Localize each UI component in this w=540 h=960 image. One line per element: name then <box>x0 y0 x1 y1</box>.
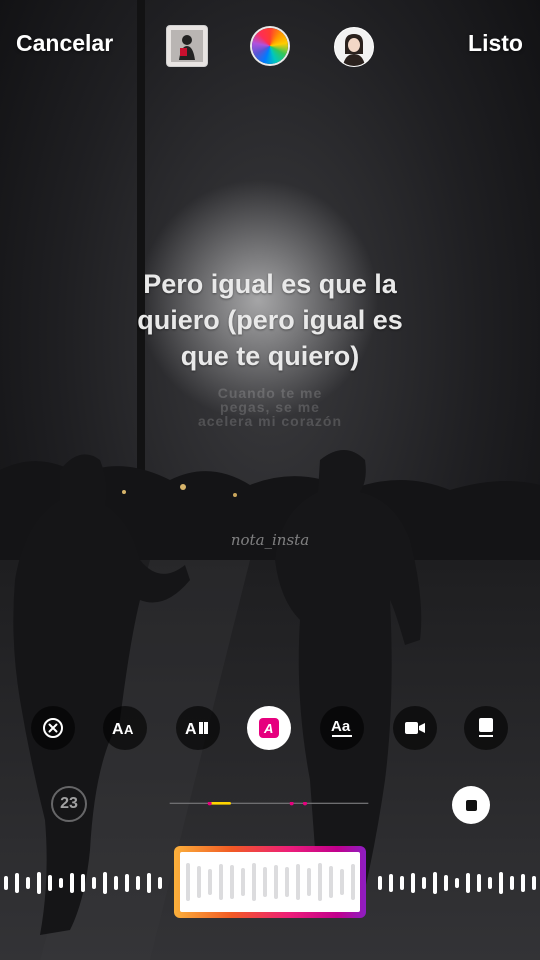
selected-waveform-bar <box>296 864 300 900</box>
user-avatar-button[interactable] <box>334 27 374 67</box>
waveform-bar <box>125 874 129 892</box>
lyric-style-bar: A A A A Aa <box>0 706 540 752</box>
svg-text:A: A <box>124 722 134 737</box>
selected-waveform-bar <box>274 865 278 899</box>
lyric-line: Pero igual es que la <box>143 269 397 299</box>
thumbnail-image-icon <box>167 26 207 66</box>
clip-selector[interactable] <box>174 846 366 918</box>
waveform-bar <box>147 873 151 893</box>
clip-selector-window <box>180 852 360 912</box>
waveform-bar <box>26 877 30 889</box>
waveform-bar <box>411 873 415 893</box>
waveform-bar <box>389 874 393 892</box>
selected-waveform-bar <box>351 864 355 900</box>
done-button[interactable]: Listo <box>468 30 523 57</box>
stop-button[interactable] <box>452 786 490 824</box>
color-picker-button[interactable] <box>252 28 288 64</box>
marker-dot <box>303 802 307 806</box>
waveform-bar <box>521 874 525 892</box>
cancel-button[interactable]: Cancelar <box>16 30 113 57</box>
current-lyric-text: Pero igual es que la quiero (pero igual … <box>70 266 470 374</box>
waveform-bar <box>59 878 63 888</box>
marker-dot <box>289 802 294 806</box>
portrait-style-icon <box>479 718 493 737</box>
svg-text:Aa: Aa <box>331 718 351 735</box>
pink-text-style-icon: A <box>259 718 279 738</box>
selected-waveform-bar <box>186 863 190 901</box>
track-base <box>169 802 369 804</box>
highlight-text-icon: A <box>185 721 208 738</box>
selected-waveform-bar <box>318 863 322 901</box>
lyric-line: quiero (pero igual es <box>137 305 403 335</box>
waveform-bar <box>114 876 118 890</box>
selected-waveform-bar <box>307 868 311 896</box>
waveform-bar <box>488 877 492 889</box>
avatar-image-icon <box>335 28 373 66</box>
next-lyric-line: Cuando te me <box>217 385 323 401</box>
watermark-text: nota_insta <box>230 531 310 549</box>
duration-button[interactable]: 23 <box>51 786 87 822</box>
lyric-timeline-track[interactable] <box>120 802 418 806</box>
waveform-bar <box>15 873 19 893</box>
selected-waveform-bar <box>329 866 333 898</box>
video-style-icon <box>405 722 425 734</box>
remove-lyrics-icon <box>43 718 63 738</box>
selected-waveform-bar <box>230 865 234 899</box>
timeline-row: 23 <box>0 784 540 826</box>
selected-waveform-bar <box>285 867 289 897</box>
svg-text:A: A <box>185 721 197 738</box>
underline-style-button[interactable]: Aa <box>320 706 364 750</box>
waveform-bar <box>477 874 481 892</box>
waveform-bar <box>510 876 514 890</box>
selected-waveform-bar <box>241 868 245 896</box>
typewriter-text-icon: A A <box>112 721 134 738</box>
next-lyric-line: acelera mi corazón <box>197 413 343 429</box>
stop-icon <box>465 799 477 811</box>
waveform-bar <box>433 872 437 894</box>
waveform-bar <box>103 872 107 894</box>
marker-dot <box>207 802 212 806</box>
waveform-bar <box>81 874 85 892</box>
svg-text:A: A <box>112 721 124 738</box>
waveform-bar <box>532 876 536 890</box>
waveform-bar <box>158 877 162 889</box>
typewriter-style-button[interactable]: A A <box>103 706 147 750</box>
remove-lyrics-button[interactable] <box>31 706 75 750</box>
waveform-bar <box>378 876 382 890</box>
waveform-bar <box>422 877 426 889</box>
underline-text-icon: Aa <box>331 718 352 737</box>
track-progress <box>209 802 231 805</box>
waveform-bar <box>37 872 41 894</box>
waveform-bar <box>70 873 74 893</box>
waveform-bar <box>466 873 470 893</box>
waveform-bar <box>400 876 404 890</box>
waveform-bar <box>4 876 8 890</box>
selected-waveform-bar <box>252 863 256 901</box>
selected-waveform-bar <box>340 869 344 895</box>
pink-style-button[interactable]: A <box>247 706 291 750</box>
waveform-bar <box>455 878 459 888</box>
next-lyric-text: Cuando te me pegas, se me acelera mi cor… <box>70 386 470 428</box>
selected-waveform-bar <box>263 867 267 897</box>
svg-text:A: A <box>263 721 273 736</box>
selected-waveform <box>186 863 355 901</box>
waveform-bar <box>92 877 96 889</box>
selected-waveform-bar <box>219 864 223 900</box>
media-thumbnail[interactable] <box>166 25 208 67</box>
next-lyric-line: pegas, se me <box>220 399 320 415</box>
selected-waveform-bar <box>197 866 201 898</box>
lyric-line: que te quiero) <box>180 341 360 371</box>
video-style-button[interactable] <box>393 706 437 750</box>
waveform-bar <box>48 875 52 891</box>
highlight-style-button[interactable]: A <box>176 706 220 750</box>
waveform-bar <box>499 872 503 894</box>
waveform-bar <box>444 875 448 891</box>
portrait-style-button[interactable] <box>464 706 508 750</box>
waveform-bar <box>136 876 140 890</box>
selected-waveform-bar <box>208 869 212 895</box>
